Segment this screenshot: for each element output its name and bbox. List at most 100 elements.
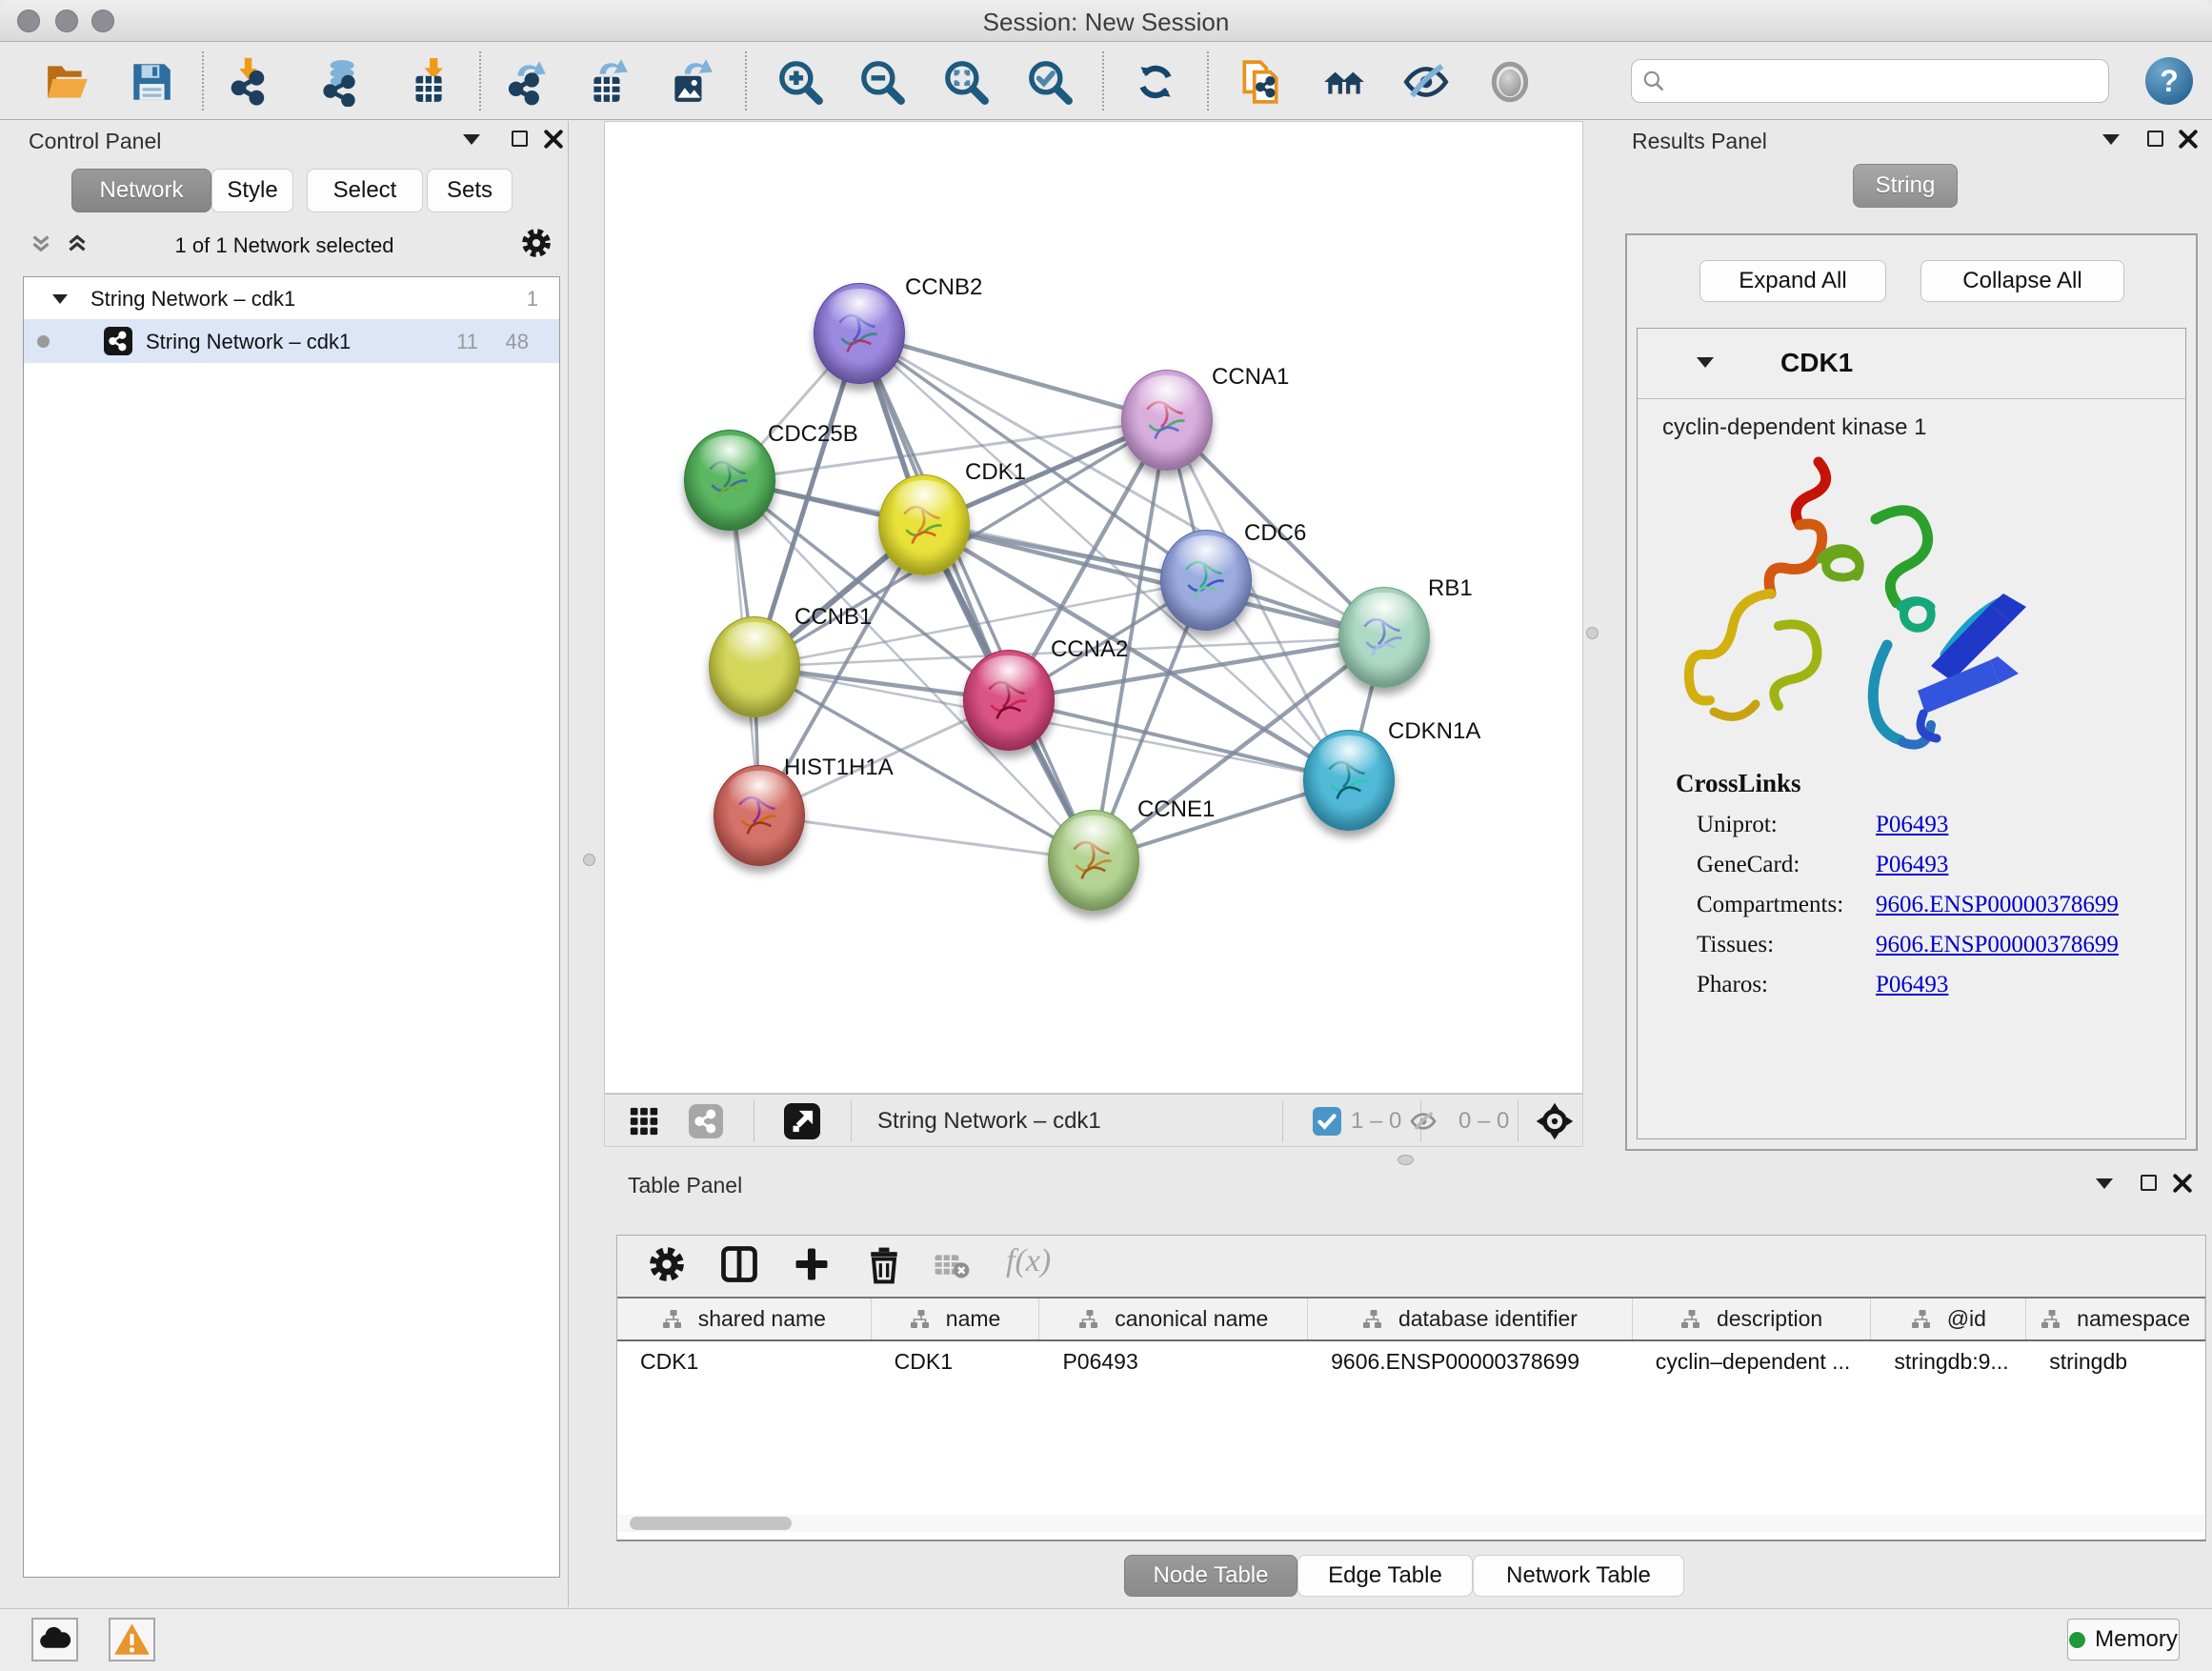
right-splitter-handle[interactable] (1586, 627, 1599, 639)
zoom-in-icon[interactable] (776, 57, 824, 107)
delete-column-trash-icon[interactable] (863, 1243, 905, 1290)
table-cell[interactable]: 9606.ENSP00000378699 (1308, 1341, 1633, 1383)
network-node-CCNE1[interactable] (1048, 810, 1139, 911)
column-header-name[interactable]: name (872, 1299, 1040, 1339)
control-panel-close-button[interactable] (543, 129, 564, 150)
network-overview-icon[interactable] (689, 1104, 723, 1138)
search-field[interactable] (1631, 59, 2109, 103)
birds-eye-view-icon[interactable] (784, 1103, 820, 1139)
import-table-file-icon[interactable] (404, 57, 452, 107)
control-panel-menu-caret[interactable] (463, 134, 480, 145)
results-tab-string[interactable]: String (1853, 164, 1958, 208)
node-label-CCNA1: CCNA1 (1212, 364, 1289, 391)
table-cell[interactable]: stringdb (2026, 1341, 2205, 1383)
import-network-database-icon[interactable] (314, 57, 362, 107)
network-edge-HIST1H1A-CCNE1[interactable] (759, 815, 1094, 860)
table-cell[interactable]: P06493 (1039, 1341, 1308, 1383)
results-panel-close-button[interactable] (2178, 129, 2199, 150)
collection-expand-caret[interactable] (52, 294, 68, 304)
table-horizontal-scrollbar[interactable] (618, 1515, 2204, 1532)
column-header-description[interactable]: description (1633, 1299, 1872, 1339)
table-cell[interactable]: CDK1 (617, 1341, 872, 1383)
table-cell[interactable]: CDK1 (872, 1341, 1040, 1383)
network-edge-CCNB2-CCNE1[interactable] (859, 333, 1094, 860)
entry-description: cyclin-dependent kinase 1 (1662, 414, 1927, 441)
table-panel-menu-caret[interactable] (2096, 1178, 2113, 1189)
hide-eye-slash-icon[interactable] (1402, 57, 1450, 107)
export-image-icon[interactable] (667, 57, 714, 107)
import-network-file-icon[interactable] (225, 57, 272, 107)
crosslink-link[interactable]: 9606.ENSP00000378699 (1876, 932, 2119, 958)
table-cell[interactable]: cyclin–dependent ... (1633, 1341, 1872, 1383)
refresh-icon[interactable] (1132, 57, 1179, 107)
copy-view-icon[interactable] (1237, 57, 1284, 107)
network-node-CDK1[interactable] (878, 474, 970, 575)
scrollbar-thumb[interactable] (630, 1517, 792, 1530)
export-table-icon[interactable] (584, 57, 632, 107)
network-edge-CCNA2-CDKN1A[interactable] (1009, 700, 1349, 780)
table-panel-close-button[interactable] (2172, 1173, 2193, 1194)
network-options-gear-icon[interactable] (519, 226, 553, 265)
network-node-CCNB2[interactable] (814, 283, 905, 384)
table-panel-float-button[interactable] (2141, 1175, 2157, 1191)
entry-header[interactable]: CDK1 (1638, 329, 2185, 399)
tab-network-table[interactable]: Network Table (1473, 1555, 1684, 1597)
search-input[interactable] (1676, 69, 2099, 93)
table-cell[interactable]: stringdb:9... (1871, 1341, 2026, 1383)
entry-collapse-caret[interactable] (1697, 357, 1714, 368)
tab-node-table[interactable]: Node Table (1124, 1555, 1297, 1597)
network-row[interactable]: String Network – cdk1 11 48 (24, 319, 559, 363)
zoom-out-icon[interactable] (858, 57, 906, 107)
expand-all-button[interactable]: Expand All (1699, 260, 1886, 302)
left-splitter-handle[interactable] (583, 854, 595, 866)
help-button[interactable]: ? (2145, 57, 2193, 105)
fit-selected-crosshair-icon[interactable] (1535, 1101, 1575, 1146)
collapse-all-button[interactable]: Collapse All (1920, 260, 2124, 302)
warning-status-button[interactable] (109, 1618, 155, 1661)
table-row[interactable]: CDK1CDK1P064939606.ENSP00000378699cyclin… (617, 1341, 2205, 1383)
tab-edge-table[interactable]: Edge Table (1297, 1555, 1473, 1597)
tab-select[interactable]: Select (307, 169, 423, 212)
column-header-shared-name[interactable]: shared name (617, 1299, 872, 1339)
save-session-icon[interactable] (128, 57, 175, 107)
network-node-CDC25B[interactable] (684, 430, 775, 531)
network-node-CDKN1A[interactable] (1303, 730, 1395, 831)
column-header--id[interactable]: @id (1871, 1299, 2026, 1339)
grid-view-icon[interactable] (628, 1105, 660, 1142)
zoom-fit-icon[interactable] (942, 57, 990, 107)
network-selection-status: 1 of 1 Network selected (0, 233, 569, 258)
home-networks-icon[interactable] (1320, 57, 1368, 107)
level-of-detail-icon[interactable] (1486, 57, 1534, 107)
crosslink-link[interactable]: P06493 (1876, 812, 1948, 838)
export-network-icon[interactable] (502, 57, 550, 107)
zoom-selected-icon[interactable] (1026, 57, 1074, 107)
selected-checkbox[interactable] (1313, 1107, 1341, 1136)
network-collection-row[interactable]: String Network – cdk1 1 (24, 277, 559, 319)
bottom-splitter-handle[interactable] (1398, 1155, 1414, 1165)
column-header-canonical-name[interactable]: canonical name (1039, 1299, 1308, 1339)
network-node-CCNA2[interactable] (963, 650, 1055, 751)
open-session-icon[interactable] (44, 57, 91, 107)
network-node-RB1[interactable] (1338, 587, 1430, 688)
crosslink-link[interactable]: 9606.ENSP00000378699 (1876, 892, 2119, 918)
network-node-CDC6[interactable] (1160, 530, 1252, 631)
column-header-namespace[interactable]: namespace (2026, 1299, 2205, 1339)
table-options-gear-icon[interactable] (646, 1243, 688, 1290)
network-node-CCNA1[interactable] (1121, 370, 1213, 471)
control-panel-float-button[interactable] (512, 131, 528, 147)
tab-network[interactable]: Network (71, 169, 211, 212)
crosslink-link[interactable]: P06493 (1876, 972, 1948, 998)
memory-button[interactable]: Memory (2067, 1619, 2180, 1661)
create-column-plus-icon[interactable] (791, 1243, 833, 1290)
crosslink-link[interactable]: P06493 (1876, 852, 1948, 878)
show-columns-icon[interactable] (718, 1243, 760, 1290)
results-panel-float-button[interactable] (2147, 131, 2163, 147)
tab-sets[interactable]: Sets (427, 169, 513, 212)
column-header-database-identifier[interactable]: database identifier (1308, 1299, 1633, 1339)
network-node-CCNB1[interactable] (709, 616, 800, 717)
tab-style[interactable]: Style (211, 169, 293, 212)
network-canvas[interactable]: CCNB2 CCNA1 CDC25B (604, 121, 1583, 1094)
results-panel-menu-caret[interactable] (2102, 134, 2120, 145)
cloud-status-button[interactable] (31, 1618, 78, 1661)
delete-table-icon (934, 1251, 970, 1286)
